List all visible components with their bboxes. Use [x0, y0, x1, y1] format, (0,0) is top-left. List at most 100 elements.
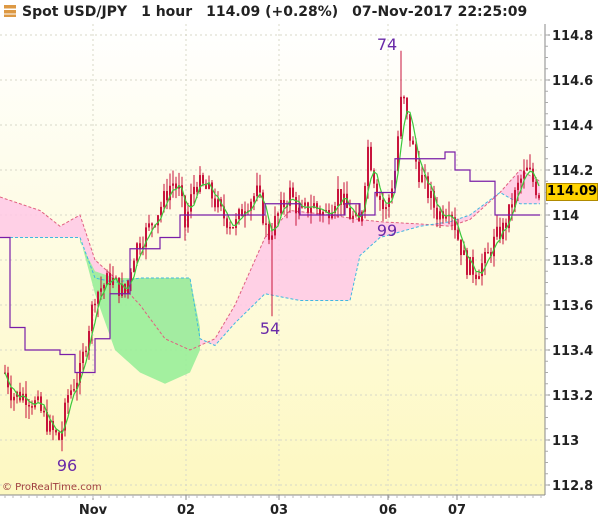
current-price-marker: 114.09 [546, 183, 598, 201]
y-tick-label: 112.8 [552, 479, 593, 494]
candle-body [532, 168, 534, 182]
candle-body [268, 223, 270, 240]
candle-body [103, 284, 105, 289]
candle-body [172, 183, 174, 186]
candle-body [22, 393, 24, 401]
candle-body [517, 182, 519, 191]
candle-body [385, 207, 387, 210]
candle-body [403, 96, 405, 99]
candle-body [202, 175, 204, 184]
candle-body [133, 260, 135, 273]
candle-body [295, 197, 297, 214]
candle-body [226, 218, 228, 228]
x-tick-label: 06 [379, 503, 397, 518]
candle-body [382, 199, 384, 210]
candle-body [277, 213, 279, 216]
candle-body [100, 288, 102, 292]
instrument-name: Spot USD/JPY [22, 4, 128, 20]
candle-body [13, 396, 15, 401]
y-tick-label: 114 [552, 209, 579, 224]
menu-icon[interactable] [4, 5, 16, 17]
candle-body [460, 239, 462, 256]
candle-body [196, 186, 198, 192]
candle-body [520, 178, 522, 183]
candle-body [265, 223, 267, 225]
candle-body [376, 183, 378, 196]
candle-body [367, 146, 369, 187]
candle-body [400, 96, 402, 137]
candle-body [481, 263, 483, 277]
candle-body [49, 420, 51, 432]
candle-body [457, 230, 459, 240]
price-change: 114.09 (+0.28%) [206, 4, 339, 20]
candle-body [163, 191, 165, 207]
candle-body [292, 187, 294, 198]
x-tick-label: 03 [270, 503, 288, 518]
candle-body [166, 191, 168, 201]
candle-body [232, 226, 234, 229]
candle-body [439, 211, 441, 220]
candle-body [43, 410, 45, 413]
candle-body [421, 174, 423, 183]
candle-body [352, 215, 354, 219]
candle-body [271, 235, 273, 240]
candle-body [151, 223, 153, 226]
chart-container: 114.8 114.6 114.4 114.2 114 113.8 113.6 113.4 11… [0, 0, 600, 519]
candle-body [136, 243, 138, 261]
candle-body [94, 303, 96, 306]
candle-body [529, 167, 531, 170]
ichimoku-price-chart[interactable]: 114.8 114.6 114.4 114.2 114 113.8 113.6 113.4 11… [0, 0, 600, 519]
x-tick-label: 07 [448, 503, 466, 518]
candle-body [148, 223, 150, 228]
chart-header: Spot USD/JPY 1 hour 114.09 (+0.28%) 07-Nov-… [0, 0, 541, 24]
y-tick-label: 114.6 [552, 74, 593, 89]
x-tick-label: 02 [177, 503, 195, 518]
candle-body [409, 114, 411, 141]
candle-body [319, 208, 321, 215]
candle-body [160, 206, 162, 216]
candle-body [484, 252, 486, 264]
candle-body [487, 252, 489, 254]
candle-body [28, 404, 30, 407]
candle-body [73, 389, 75, 391]
candle-body [37, 396, 39, 401]
candle-body [190, 194, 192, 212]
candle-body [511, 204, 513, 208]
y-tick-label: 113.4 [552, 344, 593, 359]
candle-body [91, 304, 93, 332]
candle-body [430, 191, 432, 198]
candle-body [229, 226, 231, 229]
y-tick-label: 114.8 [552, 29, 593, 44]
candle-body [58, 432, 60, 440]
candle-body [322, 211, 324, 215]
momentum-annotation: 54 [260, 319, 280, 338]
candle-body [412, 140, 414, 145]
momentum-annotation: 74 [377, 35, 397, 54]
candle-body [337, 189, 339, 207]
candle-body [304, 202, 306, 206]
candle-body [187, 211, 189, 228]
candle-body [538, 195, 540, 199]
candle-body [535, 181, 537, 196]
candle-body [475, 274, 477, 279]
candle-body [349, 207, 351, 219]
candle-body [526, 167, 528, 171]
candle-body [31, 406, 33, 408]
y-tick-label: 113 [552, 434, 579, 449]
timeframe: 1 hour [141, 4, 193, 20]
candle-body [436, 207, 438, 220]
candle-body [82, 351, 84, 364]
candle-body [463, 250, 465, 256]
candle-body [418, 161, 420, 183]
y-tick-label: 114.4 [552, 119, 593, 134]
candle-body [523, 170, 525, 179]
momentum-annotation: 99 [377, 221, 397, 240]
candle-body [496, 226, 498, 237]
y-tick-label: 113.6 [552, 299, 593, 314]
candle-body [370, 146, 372, 171]
candle-body [214, 198, 216, 208]
candle-body [379, 195, 381, 200]
timestamp: 07-Nov-2017 22:25:09 [352, 4, 528, 20]
y-tick-label: 113.2 [552, 389, 593, 404]
candle-body [280, 200, 282, 214]
